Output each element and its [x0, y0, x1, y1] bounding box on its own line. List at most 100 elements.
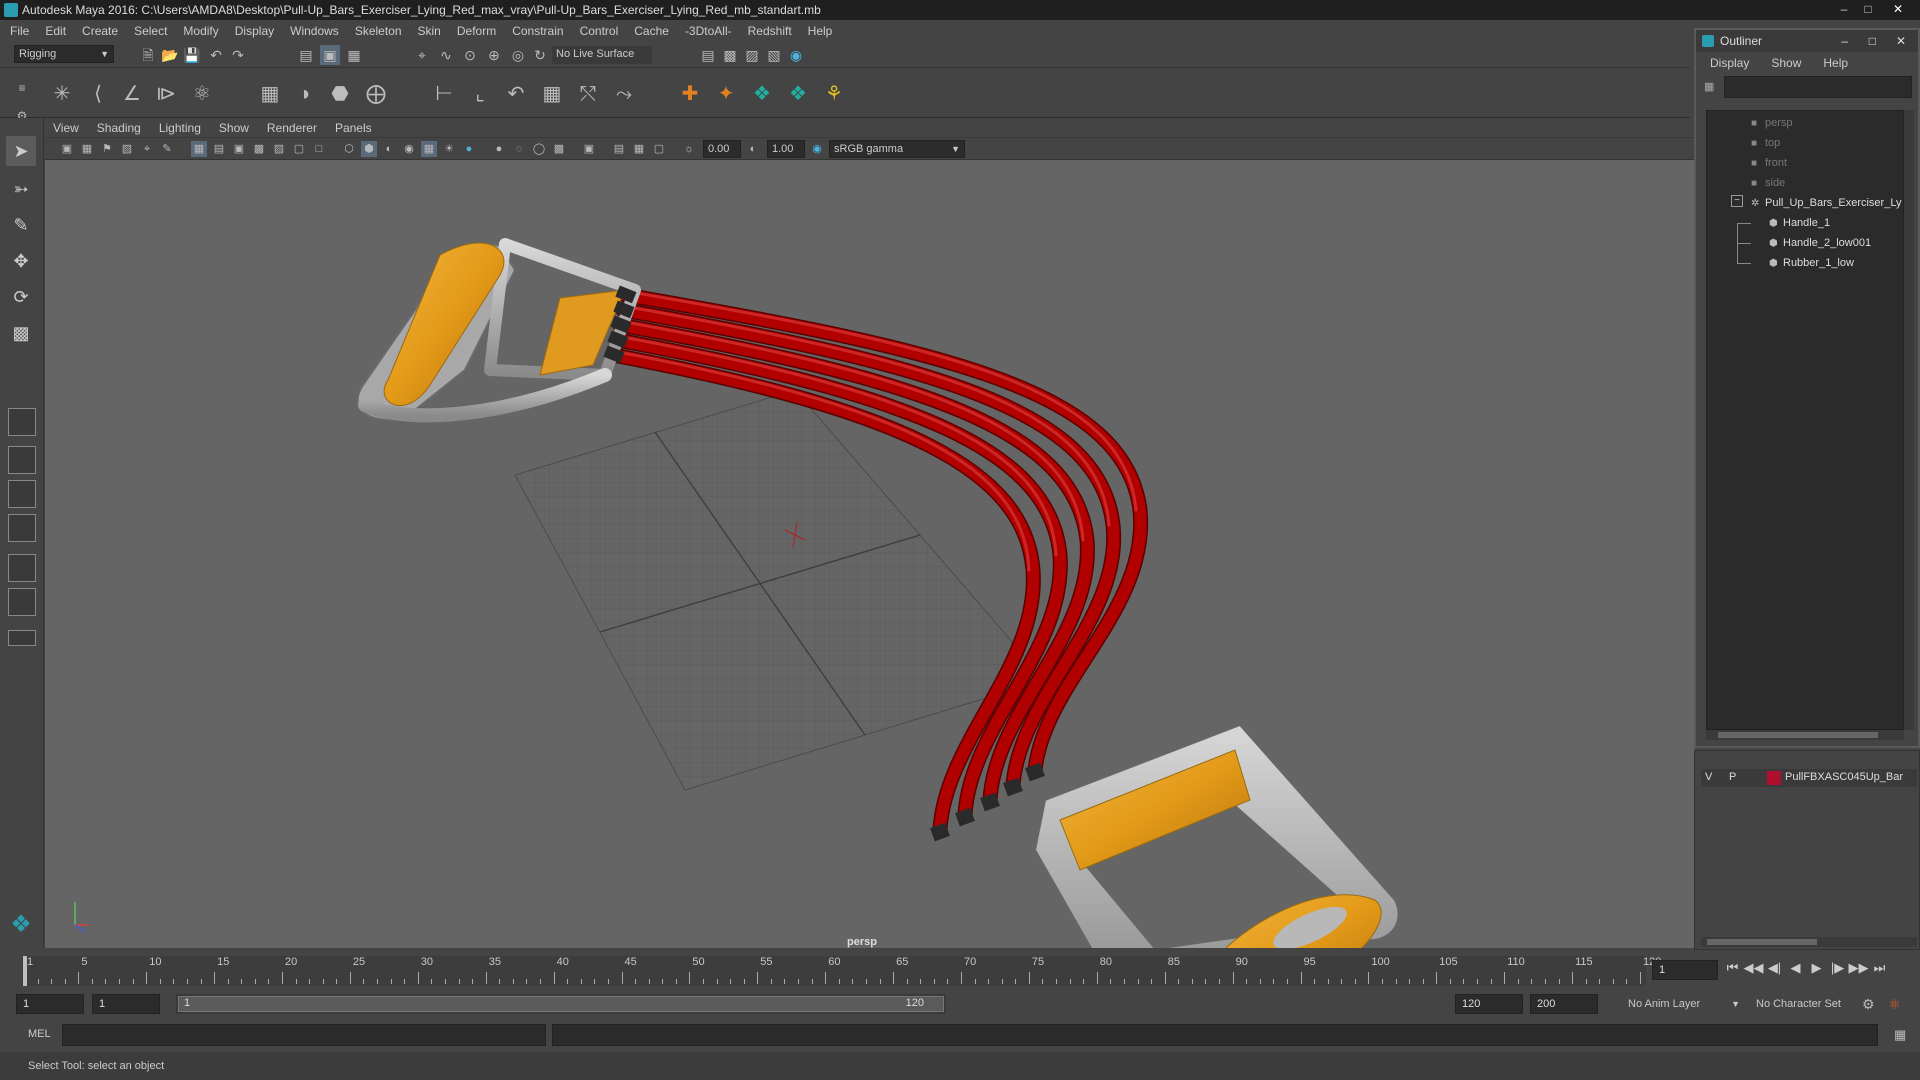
joint-tool-icon[interactable]: ✳ [48, 80, 76, 108]
select-object-icon[interactable]: ▣ [320, 45, 340, 65]
resolution-gate-icon[interactable]: ▣ [231, 141, 247, 157]
view-transform-dropdown[interactable]: sRGB gamma ▼ [829, 140, 965, 158]
current-frame-field[interactable]: 1 [1652, 960, 1718, 980]
snap-view-plane-icon[interactable]: ⊕ [484, 45, 504, 65]
quick-rig-icon[interactable]: ❖ [784, 80, 812, 108]
auto-key-icon[interactable]: ⚙ [1862, 996, 1875, 1013]
playback-start-field[interactable]: 1 [92, 994, 160, 1014]
point-constraint-icon[interactable]: ⌞ [466, 80, 494, 108]
scene-canvas[interactable] [45, 160, 1695, 948]
isolate-select-icon[interactable]: ▣ [581, 141, 597, 157]
animation-preferences-icon[interactable]: ⚛ [1888, 996, 1901, 1013]
step-back-key-icon[interactable]: ◀◀ [1743, 960, 1764, 976]
snap-together-icon[interactable]: ↻ [530, 45, 550, 65]
minimize-icon[interactable]: – [1832, 0, 1856, 18]
open-scene-icon[interactable]: 📂 [160, 45, 180, 65]
human-ik-icon[interactable]: ❖ [748, 80, 776, 108]
save-scene-icon[interactable]: 💾 [182, 45, 202, 65]
menu-control[interactable]: Control [580, 24, 619, 38]
safe-title-icon[interactable]: □ [311, 141, 327, 157]
script-editor-icon[interactable]: ▦ [1894, 1027, 1906, 1043]
maximize-icon[interactable]: □ [1856, 0, 1880, 18]
rotate-tool-icon[interactable]: ⟳ [6, 282, 36, 312]
select-component-icon[interactable]: ▦ [344, 45, 364, 65]
ik-handle-icon[interactable]: ⟨ [84, 80, 112, 108]
menu-set-dropdown[interactable]: Rigging ▼ [14, 45, 114, 63]
start-time-field[interactable]: 1 [16, 994, 84, 1014]
menu-skin[interactable]: Skin [418, 24, 441, 38]
outliner-search-input[interactable] [1724, 76, 1912, 98]
select-camera-icon[interactable]: ▣ [59, 141, 75, 157]
exposure-field[interactable]: 0.00 [703, 140, 741, 158]
outliner-item-front[interactable]: ■ front [1751, 153, 1787, 173]
outliner-list[interactable]: ■ persp ■ top ■ front ■ side ✲ Pull_Up_Bars_Exerc… [1706, 110, 1904, 730]
camera-attributes-icon[interactable]: ▦ [79, 141, 95, 157]
select-tool-icon[interactable]: ➤ [6, 136, 36, 166]
xray-joints-icon[interactable]: ▦ [631, 141, 647, 157]
grid-toggle-icon[interactable]: ▦ [191, 141, 207, 157]
outliner-item-top[interactable]: ■ top [1751, 133, 1780, 153]
persp-graph-layout-icon[interactable] [8, 514, 36, 542]
new-scene-icon[interactable]: 🗎 [138, 45, 158, 65]
outliner-item-handle-1[interactable]: ⬢ Handle_1 [1769, 213, 1830, 233]
viewport-menu-panels[interactable]: Panels [335, 118, 372, 138]
outliner-horizontal-scrollbar[interactable] [1706, 730, 1904, 740]
layer-scrollbar[interactable] [1701, 937, 1917, 947]
field-chart-icon[interactable]: ▨ [271, 141, 287, 157]
close-icon[interactable]: ✕ [1896, 30, 1906, 52]
viewport-menu-lighting[interactable]: Lighting [159, 118, 201, 138]
bookmark-icon[interactable]: ⚑ [99, 141, 115, 157]
ik-spline-icon[interactable]: ∠ [118, 80, 146, 108]
menu-create[interactable]: Create [82, 24, 118, 38]
current-time-marker[interactable] [23, 956, 27, 986]
film-gate-icon[interactable]: ▤ [211, 141, 227, 157]
depth-of-field-icon[interactable]: ▩ [551, 141, 567, 157]
minimize-icon[interactable]: – [1841, 30, 1848, 52]
display-layer-row[interactable]: V P PullFBXASC045Up_Bar [1701, 769, 1917, 787]
render-current-frame-icon[interactable]: ▩ [720, 45, 740, 65]
xray-icon[interactable]: ▤ [611, 141, 627, 157]
toggle-tool-settings-icon[interactable] [8, 630, 36, 646]
locator-icon[interactable]: ✚ [676, 80, 704, 108]
exposure-icon[interactable]: ☼ [681, 141, 697, 157]
viewport-panel[interactable]: View Shading Lighting Show Renderer Panels ▣ … [45, 118, 1695, 948]
anim-layer-dropdown[interactable]: No Anim Layer ▼ [1610, 994, 1740, 1014]
menu-select[interactable]: Select [134, 24, 167, 38]
render-settings-icon[interactable]: ▤ [698, 45, 718, 65]
ipr-render-icon[interactable]: ▨ [742, 45, 762, 65]
close-icon[interactable]: ✕ [1880, 0, 1916, 18]
persp-outliner-layout-icon[interactable] [8, 480, 36, 508]
menu-help[interactable]: Help [808, 24, 833, 38]
make-live-icon[interactable]: ◎ [508, 45, 528, 65]
wireframe-on-shaded-icon[interactable]: ◉ [401, 141, 417, 157]
menu-redshift[interactable]: Redshift [748, 24, 792, 38]
undo-icon[interactable]: ↶ [206, 45, 226, 65]
go-to-start-icon[interactable]: ⏮ [1722, 960, 1743, 976]
script-language-label[interactable]: MEL [28, 1028, 51, 1040]
menu-constrain[interactable]: Constrain [512, 24, 563, 38]
outliner-item-side[interactable]: ■ side [1751, 173, 1785, 193]
motion-blur-icon[interactable]: ◌ [511, 141, 527, 157]
command-input[interactable] [62, 1024, 546, 1046]
persp-uv-layout-icon[interactable] [8, 588, 36, 616]
menu-deform[interactable]: Deform [457, 24, 496, 38]
layer-playback-toggle[interactable]: P [1729, 771, 1736, 783]
menu-edit[interactable]: Edit [45, 24, 66, 38]
render-view-icon[interactable]: ▧ [764, 45, 784, 65]
move-tool-icon[interactable]: ✥ [6, 246, 36, 276]
layer-visibility-toggle[interactable]: V [1705, 771, 1712, 783]
four-view-layout-icon[interactable] [8, 446, 36, 474]
paint-weights-icon[interactable]: ◑ [290, 80, 318, 108]
step-forward-frame-icon[interactable]: |▶ [1827, 960, 1848, 976]
pole-vector-icon[interactable]: ⤳ [610, 80, 638, 108]
character-set-dropdown[interactable]: No Character Set [1750, 994, 1860, 1014]
step-back-frame-icon[interactable]: ◀| [1764, 960, 1785, 976]
shadows-icon[interactable]: ● [461, 141, 477, 157]
bind-skin-icon[interactable]: ▦ [256, 80, 284, 108]
time-ruler[interactable]: 1 5 10 15 20 25 30 35 40 45 50 55 60 65 70 75 80 85 90 95 10… [22, 956, 1661, 986]
parent-constraint-icon[interactable]: ⊢ [430, 80, 458, 108]
lattice-icon[interactable]: ⬣ [326, 80, 354, 108]
outliner-menu-display[interactable]: Display [1710, 52, 1749, 74]
range-slider[interactable]: 1 120 [176, 994, 946, 1014]
play-forwards-icon[interactable]: ▶ [1806, 960, 1827, 976]
